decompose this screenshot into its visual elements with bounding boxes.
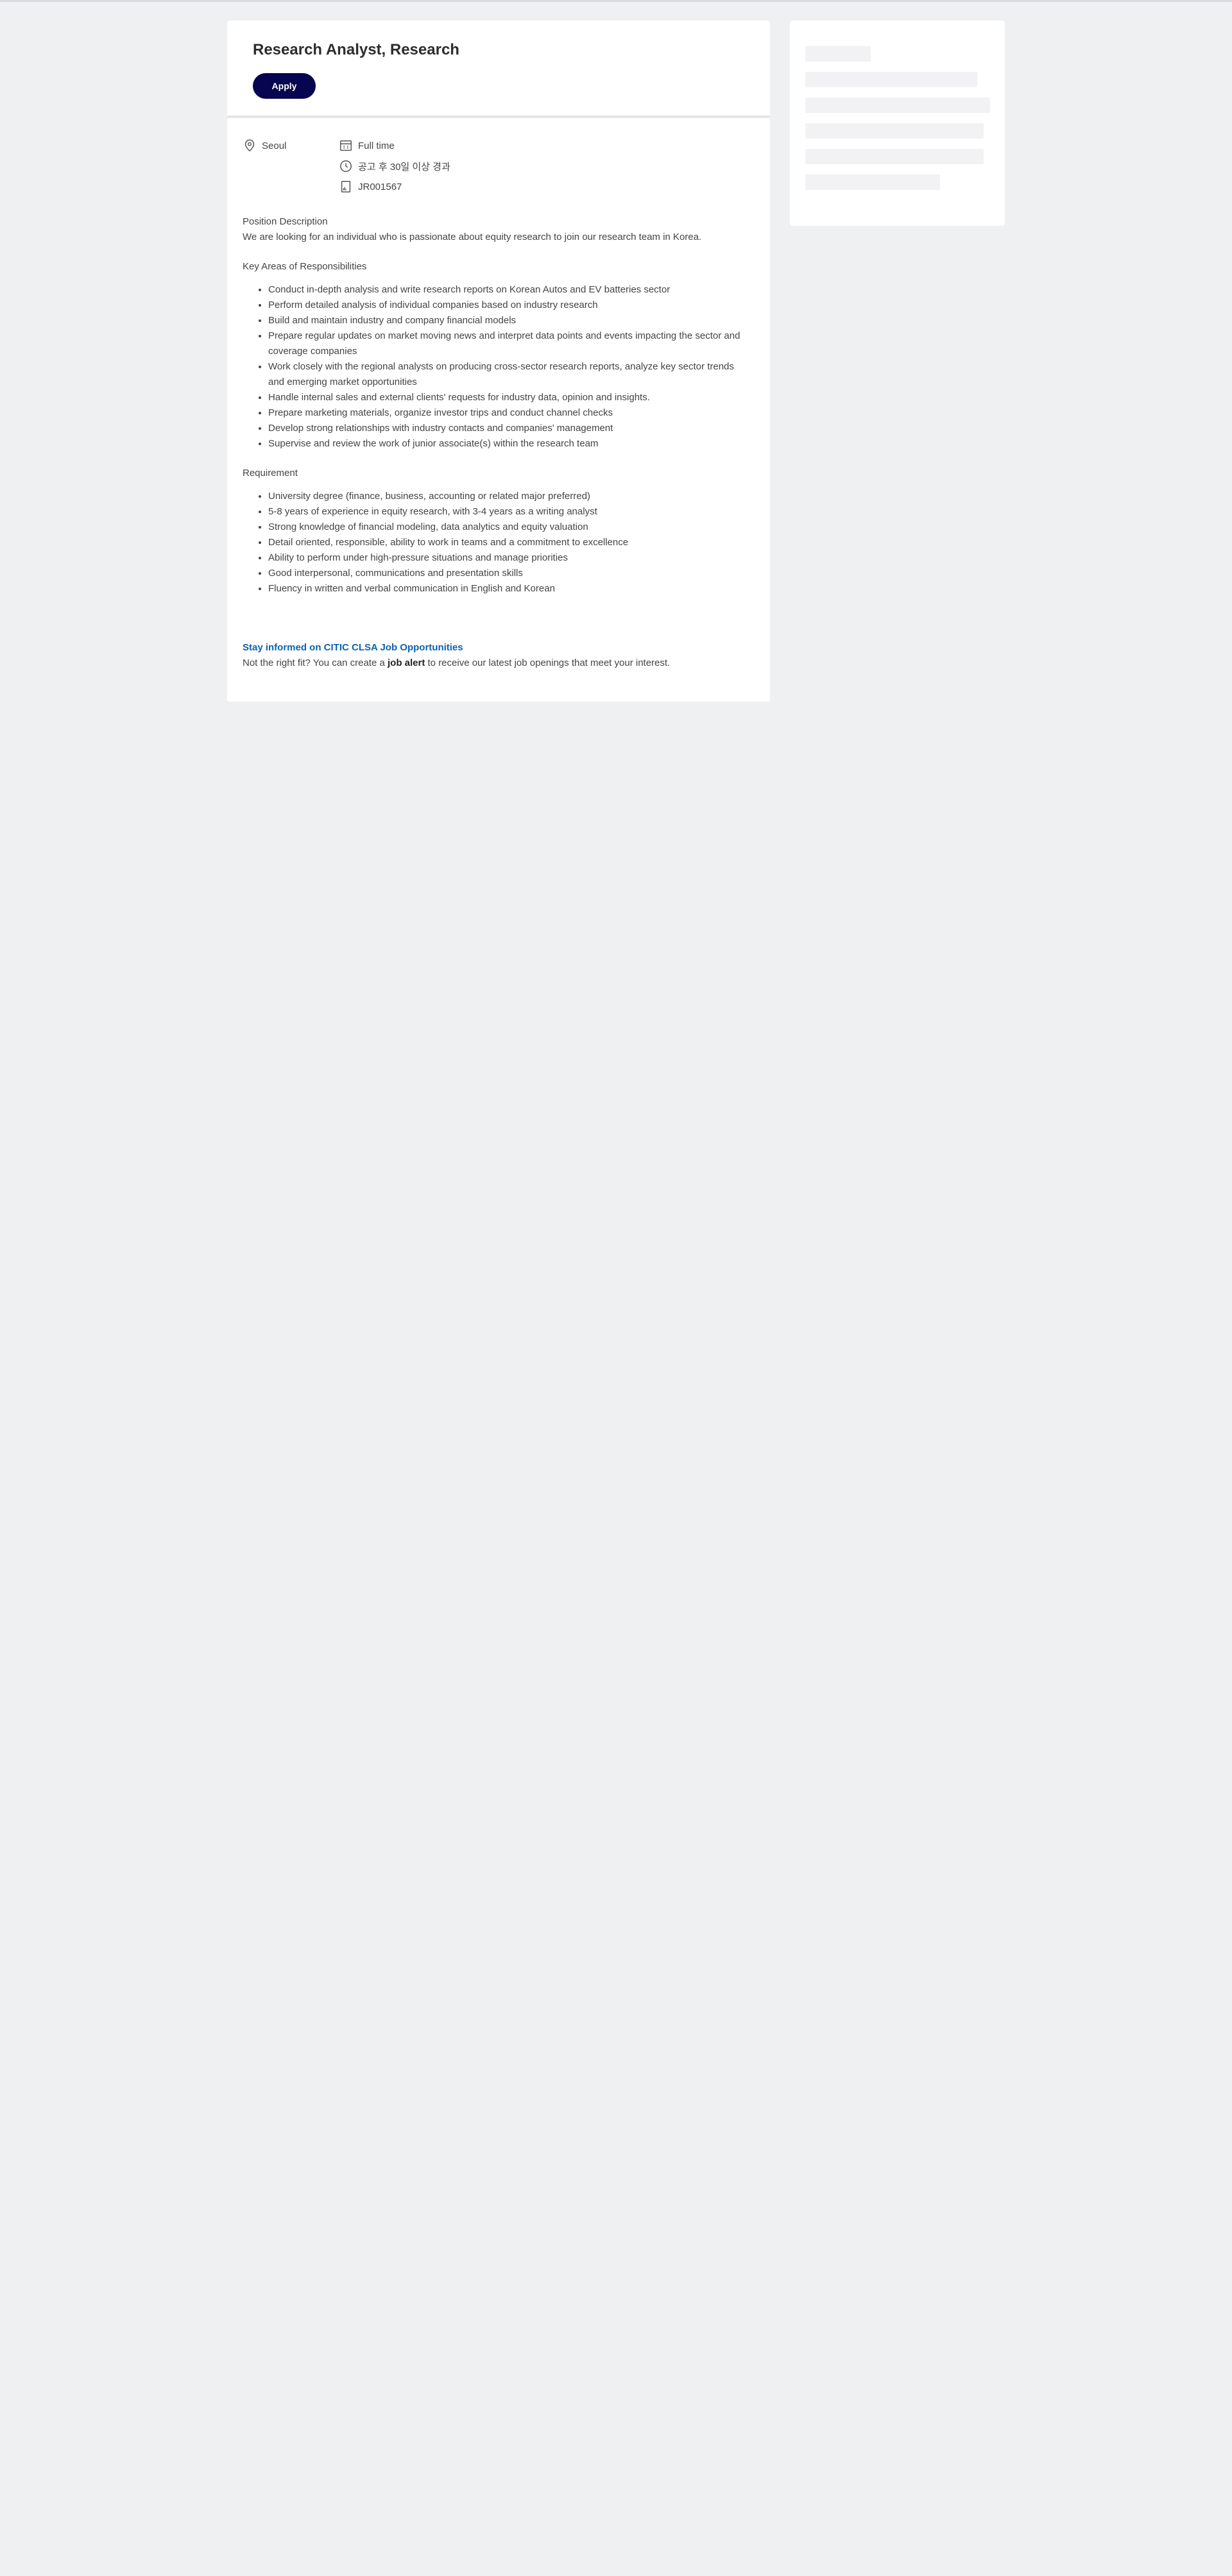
skeleton-line [805, 72, 977, 87]
top-border [0, 0, 1232, 2]
list-item: Conduct in-depth analysis and write rese… [268, 282, 744, 298]
job-alert-text-before: Not the right fit? You can create a [243, 657, 388, 668]
skeleton-line [805, 46, 871, 62]
job-detail-card: Research Analyst, Research Apply Seoul F… [227, 21, 770, 702]
responsibilities-list: Conduct in-depth analysis and write rese… [268, 282, 744, 452]
skeleton-line [805, 97, 990, 113]
position-description-text: We are looking for an individual who is … [243, 232, 702, 242]
requirement-section: Requirement University degree (finance, … [243, 466, 744, 597]
job-alert-link[interactable]: job alert [388, 657, 425, 668]
list-item: Supervise and review the work of junior … [268, 436, 744, 452]
position-description-heading: Position Description [243, 216, 328, 227]
requirement-heading: Requirement [243, 468, 298, 479]
list-item: University degree (finance, business, ac… [268, 489, 744, 504]
posted-info: 공고 후 30일 이상 경과 [339, 158, 450, 174]
sidebar-loading-card [790, 21, 1005, 226]
job-alert-section: Stay informed on CITIC CLSA Job Opportun… [243, 640, 744, 671]
responsibilities-heading: Key Areas of Responsibilities [243, 261, 367, 272]
building-icon [340, 140, 352, 151]
job-body: Seoul Full time 공고 후 30일 이상 경과 JR001567 … [227, 118, 770, 671]
job-alert-text-after: to receive our latest job openings that … [425, 657, 671, 668]
position-description-section: Position Description We are looking for … [243, 214, 744, 245]
list-item: Good interpersonal, communications and p… [268, 566, 744, 581]
list-item: Ability to perform under high-pressure s… [268, 550, 744, 566]
skeleton-line [805, 174, 940, 190]
list-item: Strong knowledge of financial modeling, … [268, 520, 744, 535]
skeleton-line [805, 149, 984, 164]
employment-type-label: Full time [358, 140, 395, 151]
list-item: Prepare marketing materials, organize in… [268, 405, 744, 421]
list-item: Work closely with the regional analysts … [268, 359, 744, 390]
apply-button[interactable]: Apply [253, 73, 316, 99]
job-alert-title: Stay informed on CITIC CLSA Job Opportun… [243, 642, 463, 653]
list-item: Prepare regular updates on market moving… [268, 328, 744, 359]
list-item: Fluency in written and verbal communicat… [268, 581, 744, 597]
posted-label: 공고 후 30일 이상 경과 [358, 161, 450, 173]
job-id-info: JR001567 [339, 179, 402, 194]
list-item: Handle internal sales and external clien… [268, 390, 744, 405]
requirement-list: University degree (finance, business, ac… [268, 489, 744, 597]
location-label: Seoul [262, 140, 287, 151]
employment-type-info: Full time [339, 138, 395, 153]
job-header: Research Analyst, Research Apply [227, 21, 770, 118]
job-alert-text: Not the right fit? You can create a job … [243, 656, 744, 671]
job-meta: Seoul Full time 공고 후 30일 이상 경과 JR001567 [243, 118, 744, 201]
job-title: Research Analyst, Research [253, 41, 459, 58]
location-info: Seoul [243, 138, 286, 153]
list-item: Detail oriented, responsible, ability to… [268, 535, 744, 550]
clock-icon [340, 160, 352, 172]
list-item: Perform detailed analysis of individual … [268, 298, 744, 313]
responsibilities-section: Key Areas of Responsibilities Conduct in… [243, 259, 744, 452]
document-icon [341, 181, 351, 192]
list-item: Build and maintain industry and company … [268, 313, 744, 328]
job-id-label: JR001567 [358, 181, 402, 192]
location-pin-icon [244, 139, 255, 152]
list-item: Develop strong relationships with indust… [268, 421, 744, 436]
skeleton-line [805, 123, 984, 139]
list-item: 5-8 years of experience in equity resear… [268, 504, 744, 520]
